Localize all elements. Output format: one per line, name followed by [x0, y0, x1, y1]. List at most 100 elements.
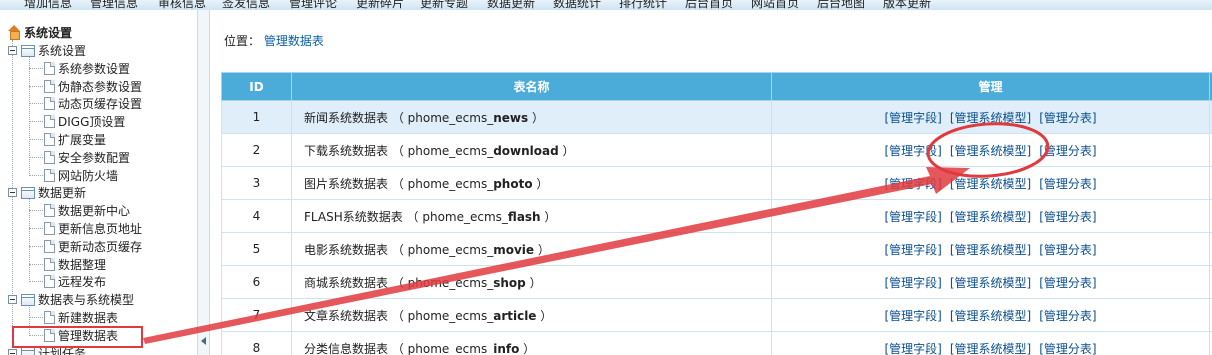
manage-model-link[interactable]: [管理系统模型] — [950, 342, 1031, 355]
page-icon — [44, 97, 55, 111]
collapse-icon[interactable] — [8, 348, 17, 355]
tree-item[interactable]: 更新动态页缓存 — [44, 238, 142, 255]
tree-item[interactable]: 远程发布 — [44, 273, 106, 290]
collapse-icon[interactable] — [8, 188, 17, 198]
manage-subtable-link[interactable]: [管理分表] — [1039, 111, 1096, 125]
cell-manage: [管理字段] [管理系统模型] [管理分表] — [771, 331, 1210, 355]
cell-manage: [管理字段] [管理系统模型] [管理分表] — [771, 298, 1210, 332]
tree-item[interactable]: 数据整理 — [44, 256, 106, 273]
manage-subtable-link[interactable]: [管理分表] — [1039, 342, 1096, 355]
paren-close: ） — [540, 209, 557, 224]
manage-fields-link[interactable]: [管理字段] — [884, 342, 941, 355]
topnav-item[interactable]: 排行统计 — [619, 0, 667, 10]
topnav-item[interactable]: 数据统计 — [553, 0, 601, 10]
cell-id: 7 — [221, 298, 292, 332]
manage-fields-link[interactable]: [管理字段] — [884, 309, 941, 323]
topnav-item[interactable]: 网站首页 — [751, 0, 799, 10]
sidebar-collapse-bar[interactable] — [198, 10, 210, 355]
tree-item[interactable]: 安全参数配置 — [44, 149, 130, 166]
tree-item[interactable]: 扩展变量 — [44, 131, 106, 148]
manage-fields-link[interactable]: [管理字段] — [884, 276, 941, 290]
manage-subtable-link[interactable]: [管理分表] — [1039, 177, 1096, 191]
table-prefix: phome_ecms_ — [407, 341, 494, 355]
tree-group-tables-models[interactable]: 数据表与系统模型 — [8, 291, 134, 308]
manage-model-link[interactable]: [管理系统模型] — [950, 243, 1031, 257]
tree-item[interactable]: 数据更新中心 — [44, 202, 130, 219]
table-suffix: shop — [493, 275, 526, 290]
manage-model-link[interactable]: [管理系统模型] — [950, 309, 1031, 323]
breadcrumb: 位置： 管理数据表 — [224, 32, 324, 49]
manage-subtable-link[interactable]: [管理分表] — [1039, 144, 1096, 158]
topnav-item[interactable]: 管理评论 — [289, 0, 337, 10]
cell-table-name: FLASH系统数据表 （ phome_ecms_flash ） — [291, 199, 772, 233]
manage-model-link[interactable]: [管理系统模型] — [950, 276, 1031, 290]
tree-root[interactable]: 系统设置 — [6, 24, 72, 40]
tree-group-data-update[interactable]: 数据更新 — [8, 184, 86, 201]
cell-id: 1 — [221, 100, 292, 134]
tree-item[interactable]: 系统参数设置 — [44, 60, 130, 77]
topnav-item[interactable]: 版本更新 — [883, 0, 931, 10]
folder-icon — [21, 186, 35, 199]
manage-model-link[interactable]: [管理系统模型] — [950, 177, 1031, 191]
header-manage: 管理 — [771, 72, 1210, 101]
page-icon — [44, 79, 55, 93]
collapse-icon[interactable] — [8, 295, 17, 305]
page-icon — [44, 168, 55, 182]
top-navigation: 增加信息 管理信息 审核信息 签发信息 管理评论 更新碎片 更新专题 数据更新 数据统计 排行统计… — [0, 0, 1212, 10]
tree-item-label: 系统参数设置 — [58, 61, 131, 76]
topnav-item[interactable]: 后台地图 — [817, 0, 865, 10]
manage-fields-link[interactable]: [管理字段] — [884, 210, 941, 224]
manage-subtable-link[interactable]: [管理分表] — [1039, 276, 1096, 290]
paren-close: ） — [525, 275, 542, 290]
cell-manage: [管理字段] [管理系统模型] [管理分表] — [771, 133, 1210, 167]
topnav-item[interactable]: 签发信息 — [222, 0, 270, 10]
tree-item[interactable]: 更新信息页地址 — [44, 220, 142, 237]
table-suffix: flash — [507, 209, 541, 224]
table-display-name: 图片系统数据表 — [304, 176, 389, 191]
manage-subtable-link[interactable]: [管理分表] — [1039, 309, 1096, 323]
tree-item[interactable]: 伪静态参数设置 — [44, 78, 142, 95]
topnav-item[interactable]: 更新碎片 — [356, 0, 404, 10]
manage-fields-link[interactable]: [管理字段] — [884, 243, 941, 257]
manage-fields-link[interactable]: [管理字段] — [884, 111, 941, 125]
tree-item[interactable]: DIGG顶设置 — [44, 113, 125, 130]
topnav-item[interactable]: 增加信息 — [24, 0, 72, 10]
paren-close: ） — [532, 176, 549, 191]
page-icon — [44, 275, 55, 289]
table-prefix: phome_ecms_ — [407, 143, 494, 158]
manage-model-link[interactable]: [管理系统模型] — [950, 111, 1031, 125]
table-prefix: phome_ecms_ — [407, 110, 494, 125]
page-icon — [44, 311, 55, 324]
breadcrumb-link[interactable]: 管理数据表 — [264, 34, 324, 48]
cell-table-name: 文章系统数据表 （ phome_ecms_article ） — [291, 298, 772, 332]
tree-item-label: 动态页缓存设置 — [58, 97, 143, 112]
manage-fields-link[interactable]: [管理字段] — [884, 177, 941, 191]
table-display-name: 文章系统数据表 — [304, 308, 389, 323]
manage-model-link[interactable]: [管理系统模型] — [950, 210, 1031, 224]
paren-open: （ — [388, 341, 408, 355]
table-display-name: 电影系统数据表 — [304, 242, 389, 257]
main-content: 位置： 管理数据表 ID 表名称 管理 1 新闻系统数据表 （ phome_ecm… — [210, 10, 1212, 355]
tree-item[interactable]: 网站防火墙 — [44, 167, 118, 184]
table-display-name: 下载系统数据表 — [304, 143, 389, 158]
topnav-item[interactable]: 更新专题 — [420, 0, 468, 10]
tree-item[interactable]: 新建数据表 — [44, 309, 118, 326]
manage-fields-link[interactable]: [管理字段] — [884, 144, 941, 158]
paren-open: （ — [402, 209, 423, 224]
topnav-item[interactable]: 后台首页 — [685, 0, 733, 10]
collapse-icon[interactable] — [8, 46, 17, 55]
manage-model-link[interactable]: [管理系统模型] — [950, 144, 1031, 158]
tree-group-system-settings[interactable]: 系统设置 — [8, 42, 86, 59]
tree-item-label: 更新动态页缓存 — [58, 239, 143, 254]
header-name: 表名称 — [291, 72, 772, 101]
topnav-item[interactable]: 数据更新 — [487, 0, 535, 10]
manage-subtable-link[interactable]: [管理分表] — [1039, 210, 1096, 224]
tree-item[interactable]: 动态页缓存设置 — [44, 95, 142, 112]
manage-subtable-link[interactable]: [管理分表] — [1039, 243, 1096, 257]
topnav-item[interactable]: 审核信息 — [158, 0, 206, 10]
table-header-row: ID 表名称 管理 — [221, 72, 1212, 101]
table-suffix: article — [493, 308, 537, 323]
collapse-arrow-icon[interactable] — [201, 337, 206, 345]
topnav-item[interactable]: 管理信息 — [90, 0, 138, 10]
tree-item-label: DIGG顶设置 — [58, 115, 126, 130]
